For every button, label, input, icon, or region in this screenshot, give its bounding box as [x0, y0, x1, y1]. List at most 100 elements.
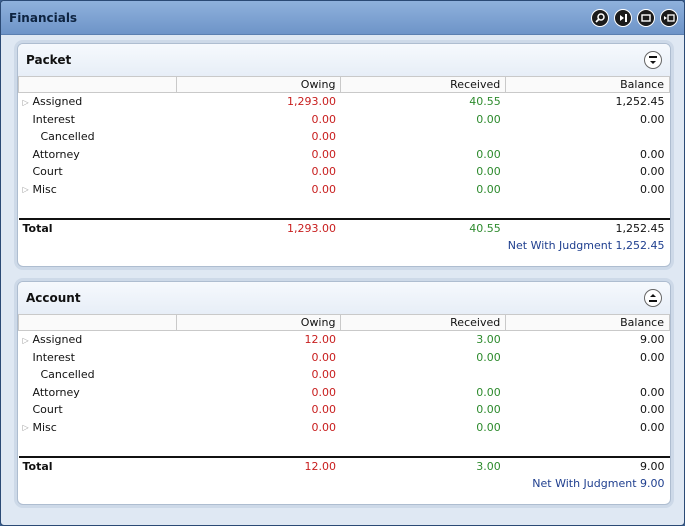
- expand-triangle-icon[interactable]: ▷: [23, 185, 33, 194]
- row-label: Misc: [32, 420, 57, 434]
- packet-panel-header: Packet: [18, 44, 670, 76]
- balance-cell: 0.00: [640, 112, 665, 126]
- owing-cell: 0.00: [311, 420, 336, 434]
- table-row: Court 0.00 0.00 0.00: [19, 401, 670, 419]
- table-row[interactable]: ▷ Misc 0.00 0.00 0.00: [19, 181, 670, 199]
- balance-cell: 0.00: [640, 420, 665, 434]
- column-header-label: [18, 314, 177, 331]
- popout-icon: [664, 13, 675, 22]
- account-panel: Account Owing Received Balance ▷ Assigned…: [17, 281, 671, 505]
- packet-panel: Packet Owing Received Balance ▷ Assigned …: [17, 43, 671, 267]
- table-row: Attorney 0.00 0.00 0.00: [19, 146, 670, 164]
- collapse-button[interactable]: [644, 289, 662, 307]
- expand-triangle-icon[interactable]: ▷: [23, 423, 33, 432]
- window-title: Financials: [9, 10, 78, 25]
- table-row: Interest 0.00 0.00 0.00: [19, 349, 670, 367]
- received-cell: [341, 366, 506, 384]
- balance-cell: 9.00: [640, 333, 665, 347]
- collapse-icon: [649, 294, 657, 302]
- column-header-balance: Balance: [505, 76, 670, 93]
- row-label: Assigned: [32, 333, 83, 347]
- financials-window: Financials Packet Owing Received Balance…: [0, 0, 685, 526]
- owing-cell: 1,293.00: [286, 95, 336, 109]
- row-label: Interest: [32, 112, 75, 126]
- financials-table: Owing Received Balance ▷ Assigned 12.00 3…: [18, 314, 670, 491]
- balance-cell: 0.00: [640, 165, 665, 179]
- received-cell: 0.00: [476, 385, 501, 399]
- owing-cell: 0.00: [311, 130, 336, 144]
- account-panel-header: Account: [18, 282, 670, 314]
- row-label: Cancelled: [40, 368, 95, 382]
- owing-cell: 0.00: [311, 350, 336, 364]
- received-cell: [341, 128, 506, 146]
- owing-cell: 0.00: [311, 147, 336, 161]
- dock-right-button[interactable]: [614, 8, 632, 27]
- net-with-judgment: Net With Judgment 9.00: [532, 476, 665, 490]
- balance-cell: [506, 366, 670, 384]
- column-header-received: Received: [340, 76, 507, 93]
- table-row[interactable]: ▷ Assigned 12.00 3.00 9.00: [19, 331, 670, 349]
- row-label: Assigned: [32, 95, 83, 109]
- received-cell: 0.00: [476, 182, 501, 196]
- table-row: Cancelled 0.00: [19, 128, 670, 146]
- total-row: Total 12.00 3.00 9.00: [18, 456, 670, 475]
- total-owing: 1,293.00: [176, 218, 341, 237]
- balance-cell: 1,252.45: [615, 95, 665, 109]
- balance-cell: 0.00: [640, 182, 665, 196]
- dock-right-icon: [620, 13, 627, 22]
- total-received: 40.55: [340, 218, 506, 237]
- row-label: Misc: [32, 182, 57, 196]
- balance-cell: 0.00: [640, 147, 665, 161]
- title-bar: Financials: [1, 1, 684, 35]
- total-balance: 1,252.45: [505, 218, 670, 237]
- total-label: Total: [18, 218, 177, 237]
- owing-cell: 0.00: [311, 112, 336, 126]
- panel-title: Packet: [26, 53, 72, 67]
- row-label: Attorney: [32, 385, 80, 399]
- owing-cell: 12.00: [304, 333, 336, 347]
- table-row[interactable]: ▷ Misc 0.00 0.00 0.00: [19, 419, 670, 437]
- row-label: Court: [32, 403, 63, 417]
- table-row: Cancelled 0.00: [19, 366, 670, 384]
- total-owing: 12.00: [176, 456, 341, 475]
- net-with-judgment: Net With Judgment 1,252.45: [507, 238, 665, 252]
- total-received: 3.00: [340, 456, 506, 475]
- row-label: Interest: [32, 350, 75, 364]
- maximize-button[interactable]: [637, 8, 655, 27]
- received-cell: 3.00: [476, 333, 501, 347]
- popout-button[interactable]: [660, 8, 678, 27]
- window-icon: [641, 13, 651, 22]
- collapse-icon: [649, 56, 657, 64]
- financials-table: Owing Received Balance ▷ Assigned 1,293.0…: [18, 76, 670, 253]
- received-cell: 0.00: [476, 165, 501, 179]
- search-button[interactable]: [591, 8, 609, 27]
- column-header-owing: Owing: [175, 76, 342, 93]
- expand-triangle-icon[interactable]: ▷: [23, 98, 33, 107]
- row-label: Court: [32, 165, 63, 179]
- table-row[interactable]: ▷ Assigned 1,293.00 40.55 1,252.45: [19, 93, 670, 111]
- received-cell: 0.00: [476, 403, 501, 417]
- table-row: Interest 0.00 0.00 0.00: [19, 111, 670, 129]
- total-row: Total 1,293.00 40.55 1,252.45: [18, 218, 670, 237]
- total-label: Total: [18, 456, 177, 475]
- received-cell: 0.00: [476, 420, 501, 434]
- column-header-balance: Balance: [505, 314, 670, 331]
- panel-title: Account: [26, 291, 81, 305]
- expand-triangle-icon[interactable]: ▷: [23, 336, 33, 345]
- column-header-owing: Owing: [175, 314, 342, 331]
- received-cell: 0.00: [476, 112, 501, 126]
- column-header-label: [18, 76, 177, 93]
- balance-cell: 0.00: [640, 403, 665, 417]
- column-header-received: Received: [340, 314, 507, 331]
- collapse-button[interactable]: [644, 51, 662, 69]
- received-cell: 0.00: [476, 350, 501, 364]
- owing-cell: 0.00: [311, 385, 336, 399]
- received-cell: 40.55: [469, 95, 501, 109]
- row-label: Cancelled: [40, 130, 95, 144]
- received-cell: 0.00: [476, 147, 501, 161]
- owing-cell: 0.00: [311, 403, 336, 417]
- table-row: Court 0.00 0.00 0.00: [19, 163, 670, 181]
- magnifier-icon: [595, 12, 605, 23]
- table-row: Attorney 0.00 0.00 0.00: [19, 384, 670, 402]
- total-balance: 9.00: [505, 456, 670, 475]
